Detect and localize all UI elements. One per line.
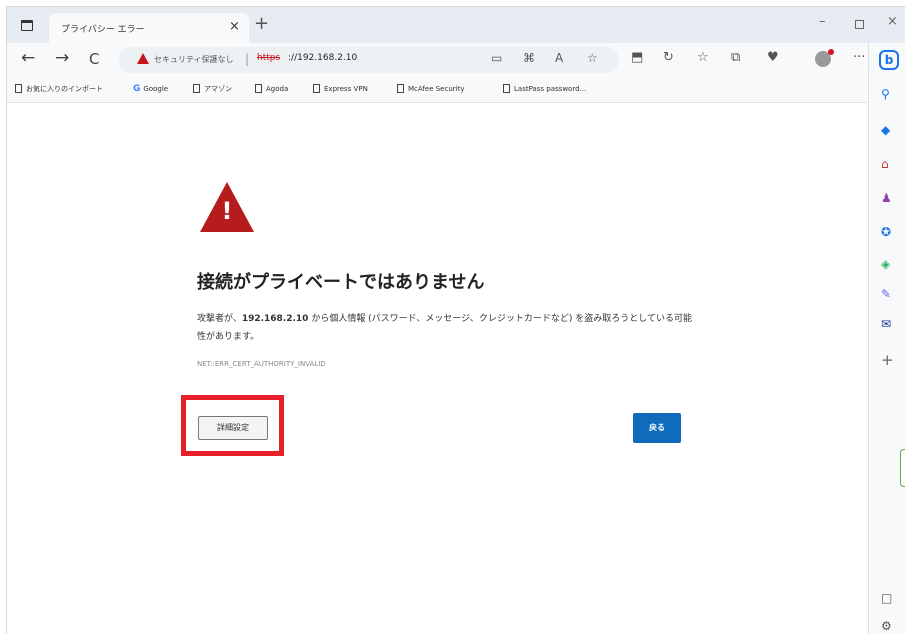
split-screen-icon[interactable]: □ (881, 591, 892, 605)
read-aloud-icon[interactable]: A (555, 51, 563, 65)
close-window-button[interactable]: × (887, 14, 898, 29)
tools-icon[interactable]: ✪ (881, 225, 891, 239)
not-secure-warning-icon[interactable] (137, 53, 149, 64)
edge-sidebar: b ⚲ ◆ ⌂ ♟ ✪ ◈ ✎ ✉ + □ ⚙ (868, 43, 905, 634)
install-app-icon[interactable]: ▭ (491, 51, 502, 65)
error-page: ! 接続がプライベートではありません 攻撃者が、192.168.2.10 から個… (7, 104, 867, 634)
tab-strip: プライバシー エラー × + – × (7, 7, 905, 43)
favorite-mcafee[interactable]: McAfee Security (397, 84, 464, 93)
favorites-icon[interactable]: ☆ (697, 50, 709, 65)
settings-gear-icon[interactable]: ⚙ (881, 619, 892, 633)
favorites-import-label: お気に入りのインポート (26, 85, 103, 93)
favorite-express-vpn[interactable]: Express VPN (313, 84, 368, 93)
extension-icon[interactable]: ⬒ (631, 50, 643, 65)
tab-close-icon[interactable]: × (229, 19, 240, 34)
error-description: 攻撃者が、192.168.2.10 から個人情報 (パスワード、メッセージ、クレ… (197, 310, 692, 346)
error-title: 接続がプライベートではありません (197, 272, 485, 293)
maximize-button[interactable] (855, 20, 864, 29)
import-icon (15, 84, 22, 93)
navigation-toolbar: ← → C セキュリティ保護なし | https ://192.168.2.10… (7, 43, 905, 77)
address-bar[interactable]: セキュリティ保護なし | https ://192.168.2.10 ▭ ⌘ A… (119, 47, 619, 73)
error-code[interactable]: NET::ERR_CERT_AUTHORITY_INVALID (197, 360, 326, 368)
page-icon (397, 84, 404, 93)
back-icon[interactable]: ← (21, 48, 35, 68)
tab-title: プライバシー エラー (61, 25, 145, 35)
page-icon (193, 84, 200, 93)
favorite-lastpass-label: LastPass password... (514, 85, 587, 93)
office-icon[interactable]: ◈ (881, 257, 890, 271)
page-icon (313, 84, 320, 93)
error-description-prefix: 攻撃者が、 (197, 314, 242, 324)
people-icon[interactable]: ♟ (881, 191, 892, 205)
more-menu-icon[interactable]: ··· (853, 50, 865, 65)
favorite-amazon[interactable]: アマゾン (193, 84, 232, 94)
bing-chat-icon[interactable]: b (879, 50, 899, 70)
designer-icon[interactable]: ✎ (881, 287, 891, 301)
minimize-button[interactable]: – (819, 14, 826, 29)
error-description-host: 192.168.2.10 (241, 314, 309, 324)
favorite-google[interactable]: G Google (133, 84, 168, 94)
browser-essentials-icon[interactable]: ♥ (767, 50, 779, 65)
google-icon: G (133, 84, 141, 94)
page-icon (255, 84, 262, 93)
not-secure-label[interactable]: セキュリティ保護なし (154, 54, 234, 65)
favorite-amazon-label: アマゾン (204, 85, 232, 93)
favorites-import-item[interactable]: お気に入りのインポート (15, 84, 103, 94)
shopping-icon[interactable]: ⌂ (881, 157, 889, 171)
warning-exclamation: ! (221, 197, 233, 225)
url-scheme: https (257, 53, 281, 63)
favorite-express-vpn-label: Express VPN (324, 85, 368, 93)
forward-icon[interactable]: → (55, 48, 69, 68)
favorite-star-icon[interactable]: ☆ (587, 51, 598, 65)
url-host: ://192.168.2.10 (288, 53, 358, 63)
tab-privacy-error[interactable]: プライバシー エラー × (49, 13, 249, 43)
new-tab-button[interactable]: + (254, 13, 269, 34)
tag-icon[interactable]: ◆ (881, 123, 890, 137)
advanced-settings-button[interactable]: 詳細設定 (198, 416, 268, 440)
favorite-mcafee-label: McAfee Security (408, 85, 465, 93)
browser-window: プライバシー エラー × + – × ← → C セキュリティ保護なし | ht… (6, 6, 905, 634)
page-icon (503, 84, 510, 93)
favorite-agoda-label: Agoda (266, 85, 289, 93)
back-button[interactable]: 戻る (633, 413, 681, 443)
add-sidebar-app-icon[interactable]: + (881, 351, 894, 369)
reload-icon[interactable]: C (89, 50, 99, 68)
refresh-extension-icon[interactable]: ↻ (663, 50, 674, 65)
collections-icon[interactable]: ⧉ (731, 50, 740, 65)
search-icon[interactable]: ⚲ (881, 87, 890, 101)
grid-icon[interactable]: ⌘ (523, 51, 535, 65)
sidebar-collapse-handle[interactable] (900, 449, 905, 487)
tab-actions-icon[interactable] (21, 20, 33, 31)
outlook-icon[interactable]: ✉ (881, 317, 891, 331)
address-separator: | (245, 52, 250, 66)
favorite-lastpass[interactable]: LastPass password... (503, 84, 586, 93)
favorites-bar: お気に入りのインポート G Google アマゾン Agoda Express V… (7, 77, 867, 103)
favorite-google-label: Google (143, 85, 169, 93)
favorite-agoda[interactable]: Agoda (255, 84, 288, 93)
notification-dot (828, 49, 834, 55)
